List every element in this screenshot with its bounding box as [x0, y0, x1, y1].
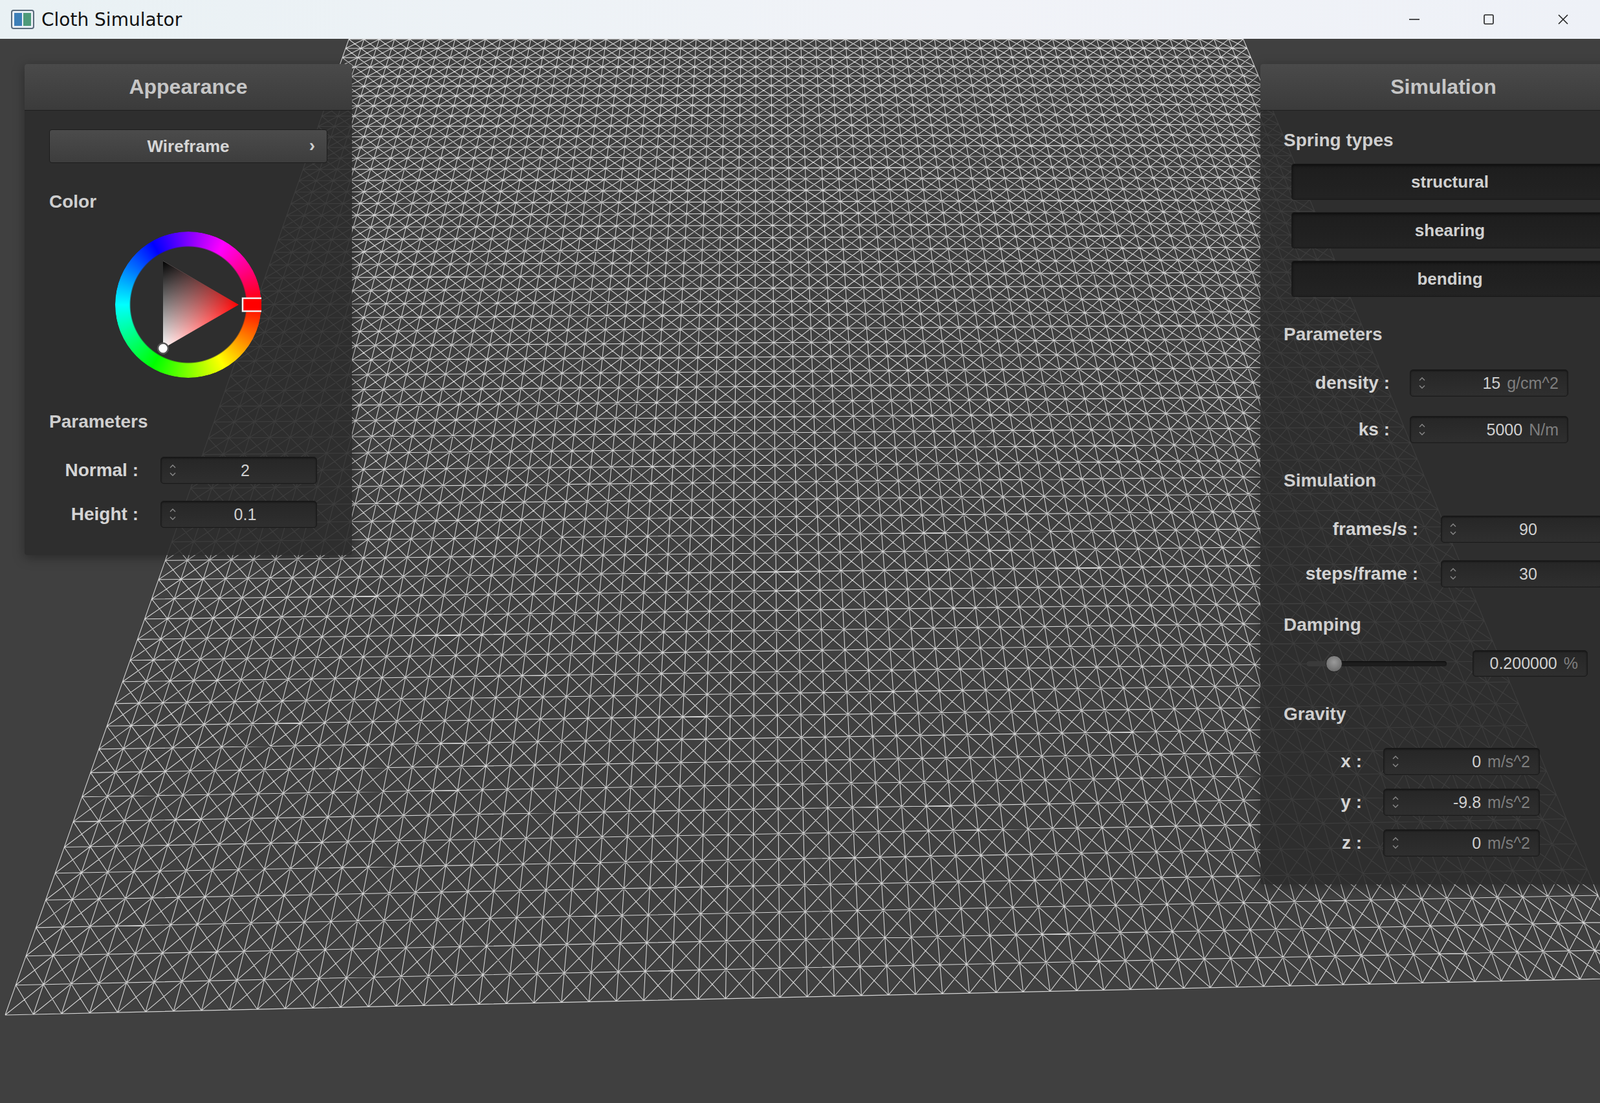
spring-toggle-button[interactable]: shearing [1291, 212, 1600, 249]
spinner-icon[interactable] [168, 462, 177, 479]
section-label: Spring types [1283, 129, 1600, 152]
field-label: ks : [1358, 419, 1390, 440]
number-field[interactable]: 30 [1440, 560, 1600, 588]
field-value: 0 [1405, 752, 1481, 772]
app-icon [10, 7, 35, 32]
field-unit: % [1563, 654, 1579, 673]
slider-knob[interactable] [1325, 655, 1343, 673]
field-label: density : [1315, 372, 1390, 394]
number-field[interactable]: 90 [1440, 515, 1600, 543]
simulation-panel: Simulation Spring types structural shearing… [1260, 64, 1600, 885]
dropdown-arrow: › [309, 135, 316, 156]
spinner-icon[interactable] [1418, 421, 1426, 438]
spring-toggle-button[interactable]: bending [1291, 260, 1600, 297]
field-value: 0.1 [183, 505, 308, 525]
field-label: Normal : [64, 460, 139, 481]
field-value: 0.200000 [1480, 654, 1558, 673]
spinner-icon[interactable] [168, 506, 177, 523]
field-value: 90 [1463, 520, 1593, 539]
field-unit: m/s^2 [1487, 793, 1531, 812]
field-label: steps/frame : [1305, 563, 1419, 585]
close-icon [1555, 11, 1571, 28]
field-unit: N/m [1528, 420, 1559, 440]
number-field[interactable]: 2 [160, 456, 318, 484]
spinner-icon[interactable] [1391, 835, 1400, 851]
field-unit: m/s^2 [1487, 752, 1531, 772]
cloth-simulator-window: Cloth Simulator Appearance Wireframe › Color… [0, 0, 1600, 1103]
hue-marker[interactable] [242, 298, 262, 312]
number-field[interactable]: 0.1 [160, 500, 318, 528]
maximize-button[interactable] [1451, 0, 1526, 39]
spinner-icon[interactable] [1391, 794, 1400, 811]
number-field[interactable]: -9.8 m/s^2 [1383, 788, 1540, 816]
section-label: Parameters [1283, 323, 1600, 346]
simulation-viewport[interactable]: Appearance Wireframe › Color Parameters Norma… [0, 38, 1600, 1103]
minimize-icon [1406, 11, 1423, 28]
field-value: 2 [183, 461, 308, 481]
section-label: Color [49, 190, 328, 213]
field-unit: g/cm^2 [1506, 373, 1559, 393]
spinner-icon[interactable] [1449, 521, 1458, 537]
panel-header[interactable]: Simulation [1260, 64, 1600, 111]
spinner-icon[interactable] [1418, 375, 1426, 391]
field-label: Height : [71, 504, 139, 525]
field-value: 0 [1405, 833, 1481, 853]
shader-value: Wireframe [147, 136, 230, 157]
section-label: Parameters [49, 410, 328, 433]
number-field[interactable]: 5000N/m [1409, 416, 1569, 444]
title-bar: Cloth Simulator [0, 0, 1600, 39]
field-value: 15 [1432, 373, 1501, 393]
field-label: z : [1341, 832, 1362, 854]
shader-dropdown[interactable]: Wireframe › [49, 129, 328, 164]
color-marker[interactable] [157, 343, 169, 354]
spinner-icon[interactable] [1449, 566, 1458, 582]
number-field[interactable]: 0 m/s^2 [1383, 747, 1540, 776]
field-label: frames/s : [1332, 518, 1419, 540]
color-wheel[interactable] [115, 231, 262, 378]
section-label: Gravity [1283, 703, 1600, 726]
minimize-button[interactable] [1376, 0, 1452, 39]
field-value: -9.8 [1405, 793, 1481, 812]
close-button[interactable] [1525, 0, 1600, 39]
damping-slider[interactable] [1306, 654, 1447, 674]
window-controls [1376, 0, 1600, 39]
spinner-icon[interactable] [1391, 753, 1400, 770]
field-value: 30 [1463, 564, 1593, 584]
appearance-panel: Appearance Wireframe › Color Parameters Norma… [24, 64, 352, 556]
field-label: y : [1340, 791, 1362, 813]
field-unit: m/s^2 [1487, 833, 1531, 853]
window-title: Cloth Simulator [41, 9, 182, 31]
number-field[interactable]: 0 m/s^2 [1383, 829, 1540, 857]
section-label: Damping [1283, 613, 1600, 636]
color-triangle[interactable] [115, 231, 262, 378]
section-label: Simulation [1283, 469, 1600, 492]
spring-toggle-button[interactable]: structural [1291, 163, 1600, 200]
damping-value-field[interactable]: 0.200000% [1472, 650, 1588, 677]
field-value: 5000 [1432, 420, 1523, 440]
panel-header[interactable]: Appearance [24, 64, 352, 111]
number-field[interactable]: 15g/cm^2 [1409, 369, 1569, 397]
maximize-icon [1480, 11, 1497, 28]
field-label: x : [1340, 751, 1362, 772]
